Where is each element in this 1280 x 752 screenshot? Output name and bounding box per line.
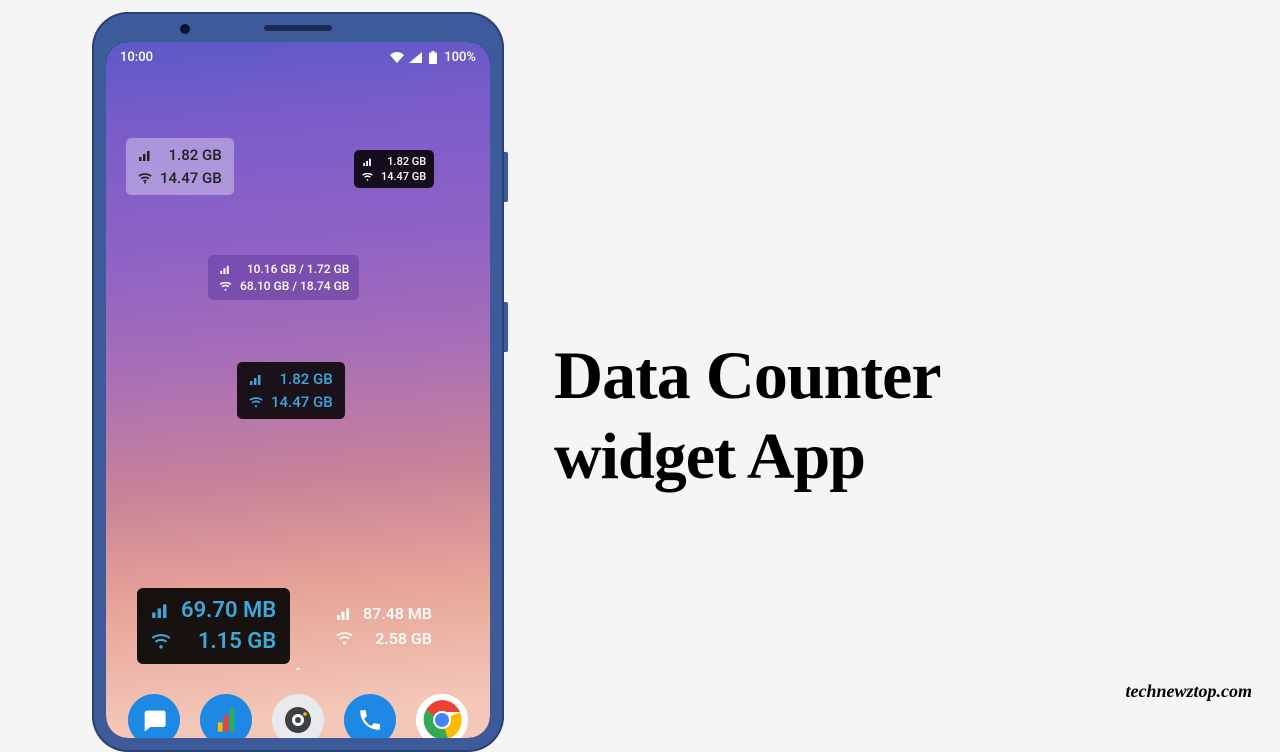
files-app-icon[interactable] <box>200 694 252 738</box>
cell-signal-icon <box>151 603 171 618</box>
wifi-icon <box>390 52 404 63</box>
wifi-icon <box>151 634 171 649</box>
cell-value: 87.48 MB <box>363 604 432 623</box>
phone-screen[interactable]: 10:00 100% <box>106 42 490 738</box>
status-bar: 10:00 100% <box>106 42 490 69</box>
phone-app-icon[interactable] <box>344 694 396 738</box>
data-widget-purple[interactable]: 10.16 GB / 1.72 GB 68.10 GB / 18.74 GB <box>208 255 359 300</box>
front-camera <box>180 24 190 34</box>
cell-signal-icon <box>362 158 373 166</box>
phone-frame: 10:00 100% <box>92 12 504 752</box>
data-widget-dark-blue[interactable]: 1.82 GB 14.47 GB <box>237 362 345 419</box>
data-widget-dark-small[interactable]: 1.82 GB 14.47 GB <box>354 150 434 188</box>
cell-value: 1.82 GB <box>160 146 222 164</box>
phone-screen-bezel: 10:00 100% <box>106 42 490 738</box>
data-widget-big-blue[interactable]: 69.70 MB 1.15 GB <box>137 588 290 664</box>
battery-icon <box>426 51 440 64</box>
heading: Data Counter widget App <box>554 338 941 493</box>
messages-app-icon[interactable] <box>128 694 180 738</box>
cell-signal-icon <box>249 374 263 385</box>
status-time: 10:00 <box>120 50 153 65</box>
heading-line-1: Data Counter <box>554 338 941 413</box>
dock <box>106 694 490 738</box>
cell-signal-icon <box>138 150 152 161</box>
data-widget-light[interactable]: 1.82 GB 14.47 GB <box>126 138 234 195</box>
wifi-icon <box>362 173 373 181</box>
wifi-value: 14.47 GB <box>271 393 333 411</box>
wifi-value: 1.15 GB <box>181 629 276 654</box>
phone-speaker <box>264 25 332 31</box>
wifi-icon <box>218 282 232 291</box>
chrome-app-icon[interactable] <box>416 694 468 738</box>
wifi-icon <box>335 632 353 645</box>
wifi-value: 14.47 GB <box>160 169 222 187</box>
dock-indicator-icon: ⌃ <box>294 667 302 678</box>
cell-value: 1.82 GB <box>271 370 333 388</box>
watermark: technewztop.com <box>1126 681 1253 702</box>
side-button-bottom <box>504 302 508 352</box>
side-button-top <box>504 152 508 202</box>
cell-signal-icon <box>408 52 422 63</box>
heading-line-2: widget App <box>554 421 941 494</box>
wifi-value: 68.10 GB / 18.74 GB <box>240 279 349 293</box>
status-right: 100% <box>390 50 476 65</box>
cell-value: 1.82 GB <box>381 155 426 168</box>
wifi-value: 2.58 GB <box>363 629 432 648</box>
camera-app-icon[interactable] <box>272 694 324 738</box>
wifi-icon <box>249 397 263 408</box>
data-widget-transparent[interactable]: 87.48 MB 2.58 GB <box>325 598 442 654</box>
cell-value: 10.16 GB / 1.72 GB <box>240 262 349 276</box>
wifi-icon <box>138 173 152 184</box>
cell-value: 69.70 MB <box>181 598 276 623</box>
cell-signal-icon <box>335 607 353 620</box>
battery-percent: 100% <box>444 50 476 65</box>
cell-signal-icon <box>218 265 232 274</box>
wifi-value: 14.47 GB <box>381 170 426 183</box>
